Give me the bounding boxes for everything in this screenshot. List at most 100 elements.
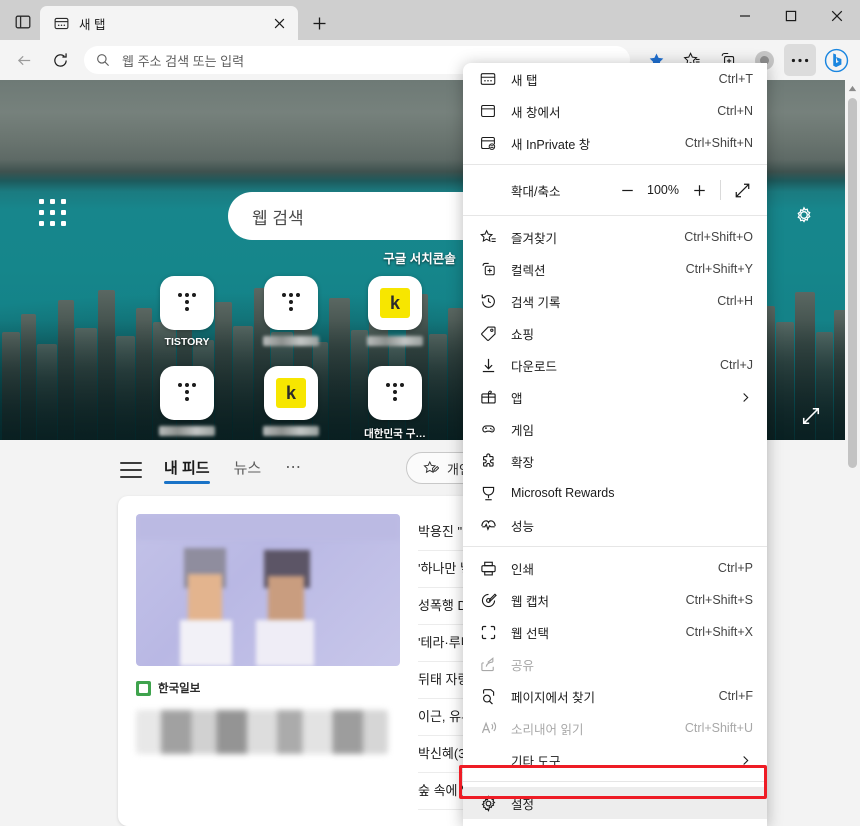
publisher-name: 한국일보 [158,683,201,695]
menu-separator [463,215,767,216]
shortcut-tile-tistory[interactable]: TISTORY [160,276,214,352]
menu-item-label: 새 InPrivate 창 [511,137,591,152]
tab-search-icon[interactable] [6,5,40,39]
shortcut-label: 대한민국 구… [364,428,426,440]
news-thumbnail [136,514,400,666]
menu-item-shopping[interactable]: 쇼핑 [463,317,767,349]
tistory-icon [160,366,214,420]
chevron-right-icon [737,755,753,766]
browser-settings-menu: 새 탭 Ctrl+T 새 창에서 Ctrl+N 새 InPrivate 창 Ct… [463,63,767,826]
menu-item-new-tab[interactable]: 새 탭 Ctrl+T [463,63,767,95]
minimize-icon[interactable] [722,0,768,32]
shortcut-tile-korea[interactable]: 대한민국 구… [364,366,426,440]
page-settings-gear-icon[interactable] [791,202,817,228]
menu-item-more-tools[interactable]: 기타 도구 [463,744,767,776]
menu-item-find-on-page[interactable]: 페이지에서 찾기 Ctrl+F [463,680,767,712]
quick-link-label[interactable]: 구글 서치콘솔 [383,248,455,267]
shortcut-label-blurred [367,336,423,346]
window-controls [722,0,860,40]
find-on-page-icon [477,688,499,705]
feed-menu-icon[interactable] [120,462,142,478]
back-arrow-icon[interactable] [8,44,40,76]
new-tab-button[interactable] [304,8,334,38]
new-tab-page-icon [52,14,70,32]
news-card-left: 한국일보 [136,514,400,810]
tab-strip: 새 탭 [0,0,722,40]
shortcut-tile-kakao-2[interactable]: k [263,366,319,440]
scrollbar-thumb[interactable] [848,98,857,468]
menu-item-label: 컬렉션 [511,263,546,278]
menu-item-label: 앱 [511,391,523,406]
menu-item-label: 성능 [511,519,535,534]
bing-copilot-icon[interactable] [820,44,852,76]
share-icon [477,656,499,673]
menu-item-favorites[interactable]: 즐겨찾기 Ctrl+Shift+O [463,221,767,253]
menu-item-shortcut: Ctrl+H [717,294,753,308]
menu-item-label: 확장 [511,455,535,470]
shortcut-tile-kakao[interactable]: k [367,276,423,352]
tab-title: 새 탭 [79,17,106,32]
fullscreen-icon[interactable] [727,176,757,204]
refresh-icon[interactable] [44,44,76,76]
menu-item-help-feedback[interactable]: 도움말 및 피드백 [463,819,767,826]
shortcut-tile-2[interactable] [263,276,319,352]
menu-item-apps[interactable]: 앱 [463,381,767,413]
close-icon[interactable] [814,0,860,32]
inprivate-window-icon [477,135,499,151]
maximize-icon[interactable] [768,0,814,32]
menu-item-collections[interactable]: 컬렉션 Ctrl+Shift+Y [463,253,767,285]
page-scrollbar[interactable] [845,80,860,826]
feed-tab-news[interactable]: 뉴스 [234,457,262,484]
settings-gear-icon [477,794,499,812]
scroll-up-arrow-icon[interactable] [845,80,860,96]
menu-item-extensions[interactable]: 확장 [463,445,767,477]
menu-item-settings[interactable]: 설정 [463,787,767,819]
favorites-icon [477,228,499,246]
menu-item-performance[interactable]: 성능 [463,509,767,541]
more-settings-icon[interactable] [784,44,816,76]
zoom-out-icon[interactable] [612,176,642,204]
menu-item-shortcut: Ctrl+J [720,358,753,372]
menu-item-print[interactable]: 인쇄 Ctrl+P [463,552,767,584]
menu-item-web-select[interactable]: 웹 선택 Ctrl+Shift+X [463,616,767,648]
close-icon[interactable] [268,12,290,34]
menu-item-label: 소리내어 읽기 [511,722,584,737]
feed-tab-my-feed[interactable]: 내 피드 [164,457,210,484]
address-bar-placeholder: 웹 주소 검색 또는 입력 [122,53,245,69]
history-icon [477,293,499,310]
menu-item-downloads[interactable]: 다운로드 Ctrl+J [463,349,767,381]
menu-item-new-window[interactable]: 새 창에서 Ctrl+N [463,95,767,127]
shortcut-label-blurred [159,426,215,436]
app-grid-icon[interactable] [38,198,68,228]
menu-item-label: 페이지에서 찾기 [511,690,595,705]
menu-separator [463,164,767,165]
menu-item-games[interactable]: 게임 [463,413,767,445]
search-placeholder: 웹 검색 [252,208,304,228]
tistory-icon [160,276,214,330]
shortcut-label-blurred [263,426,319,436]
zoom-label: 확대/축소 [511,184,561,199]
zoom-row: 확대/축소 100% [463,170,767,210]
news-headline-blurred [136,710,388,754]
browser-tab[interactable]: 새 탭 [40,6,298,40]
shortcut-tile-4[interactable] [159,366,215,440]
expand-background-icon[interactable] [799,404,823,428]
tistory-icon [264,276,318,330]
menu-item-shortcut: Ctrl+Shift+S [685,593,753,607]
menu-item-rewards[interactable]: Microsoft Rewards [463,477,767,509]
menu-item-shortcut: Ctrl+Shift+O [684,230,753,244]
collections-icon [477,261,499,278]
performance-icon [477,517,499,534]
menu-item-history[interactable]: 검색 기록 Ctrl+H [463,285,767,317]
zoom-in-icon[interactable] [684,176,714,204]
new-window-icon [477,103,499,119]
zoom-value: 100% [647,183,679,197]
tistory-icon [368,366,422,420]
menu-item-shortcut: Ctrl+Shift+N [684,136,753,150]
menu-item-inprivate-window[interactable]: 새 InPrivate 창 Ctrl+Shift+N [463,127,767,159]
feed-more-icon[interactable]: ⋯ [285,457,302,483]
menu-item-web-capture[interactable]: 웹 캡처 Ctrl+Shift+S [463,584,767,616]
title-bar: 새 탭 [0,0,860,40]
menu-item-label: 검색 기록 [511,295,561,310]
hankookilbo-logo-icon [136,680,151,696]
